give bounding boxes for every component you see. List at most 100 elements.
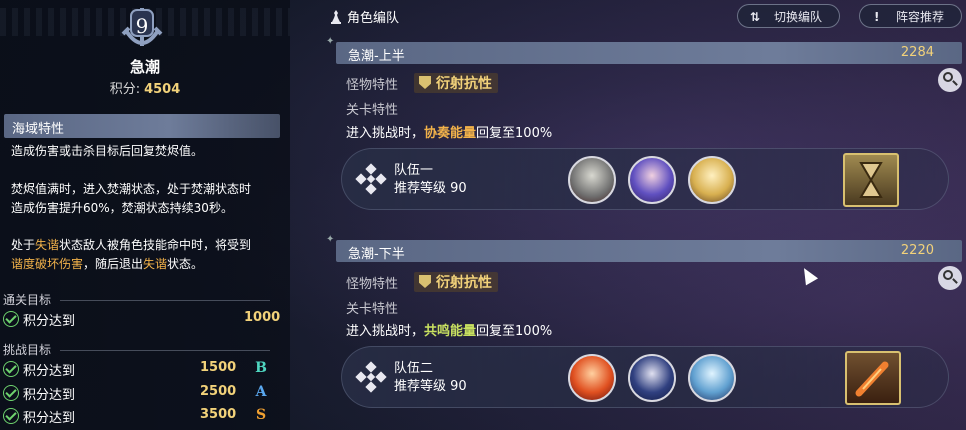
clear-goal-header: 通关目标: [0, 291, 290, 309]
monster-trait-label: 怪物特性: [346, 277, 399, 292]
character-avatar[interactable]: [688, 354, 736, 402]
team-emblem-icon: [353, 359, 389, 395]
goal-label: 积分达到: [23, 364, 76, 379]
sea-trait-p3-line1: 处于失谐状态敌人被角色技能命中时，将受到: [11, 236, 283, 255]
recommend-lineup-label: 阵容推荐: [896, 10, 945, 24]
character-avatar[interactable]: [568, 354, 616, 402]
sea-trait-p3-line2: 谐度破坏伤害，随后退出失谐状态。: [11, 255, 283, 274]
stage-name: 急潮: [129, 58, 160, 76]
stage-trait-label: 关卡特性: [346, 302, 399, 317]
mouse-cursor-icon: [797, 264, 819, 286]
search-handle: [952, 80, 958, 86]
team-formation-label: 角色编队: [347, 11, 400, 26]
echo-item-spyglass-icon[interactable]: [845, 351, 901, 405]
stage-info-panel: 9 急潮 积分: 4504 海域特性 造成伤害或击杀目标后回复焚烬值。 焚烬值满时…: [0, 0, 290, 430]
keyword-resonance-energy: 共鸣能量: [424, 324, 477, 339]
score-value: 4504: [144, 82, 181, 97]
trait-badge: 衍射抗性: [414, 73, 498, 93]
keyword-detuned: 失谐: [35, 238, 60, 252]
search-handle: [952, 278, 958, 284]
search-button[interactable]: [938, 266, 962, 290]
goal-label: 积分达到: [23, 314, 76, 329]
sea-trait-p2-line1: 焚烬值满时，进入焚潮状态，处于焚潮状态时: [11, 182, 252, 196]
check-icon: [3, 311, 19, 327]
sea-trait-header: 海域特性: [4, 114, 280, 138]
text-segment: 回复至100%: [476, 126, 553, 141]
text-segment: ，随后退出: [83, 257, 144, 271]
chess-piece-icon: [330, 10, 342, 24]
shield-icon: [419, 275, 431, 288]
search-button[interactable]: [938, 68, 962, 92]
recommended-level: 推荐等级 90: [394, 181, 467, 196]
divider: [60, 350, 270, 351]
text-segment: 处于: [11, 238, 36, 252]
team-formation-title: 角色编队: [330, 7, 399, 26]
stage-trait-desc: 进入挑战时，协奏能量回复至100%: [346, 122, 552, 141]
character-avatar[interactable]: [628, 354, 676, 402]
sea-trait-p2-line2: 造成伤害提升60%，焚潮状态持续30秒。: [11, 201, 233, 215]
check-icon: [3, 408, 19, 424]
echo-item-hourglass-icon[interactable]: [843, 153, 899, 207]
section-bar-first-half: 急潮-上半 2284: [336, 42, 962, 64]
sea-trait-p3: 处于失谐状态敌人被角色技能命中时，将受到 谐度破坏伤害，随后退出失谐状态。: [11, 236, 283, 274]
section-score: 2220: [900, 243, 934, 258]
sea-trait-title: 海域特性: [12, 122, 65, 137]
grade-s-icon: S: [255, 407, 267, 423]
check-icon: [3, 361, 19, 377]
team-card-1[interactable]: 队伍一 推荐等级 90: [341, 148, 949, 210]
shield-icon: [419, 76, 431, 89]
score-label: 积分:: [109, 82, 141, 97]
section-bar-second-half: 急潮-下半 2220: [336, 240, 962, 262]
anchor-emblem-icon: 9: [117, 2, 167, 54]
recommended-level: 推荐等级 90: [394, 379, 467, 394]
goal-value: 1000: [244, 310, 281, 325]
text-segment: 回复至100%: [476, 324, 553, 339]
grade-b-icon: B: [255, 360, 267, 376]
character-avatar[interactable]: [628, 156, 676, 204]
switch-team-button[interactable]: ⇅ 切换编队: [737, 4, 840, 28]
challenge-goal-row: 积分达到 1500 B: [0, 358, 290, 380]
keyword-harmony-damage: 谐度破坏伤害: [11, 257, 84, 271]
clear-goal-title: 通关目标: [3, 293, 52, 307]
text-segment: 状态。: [167, 257, 204, 271]
team-card-2[interactable]: 队伍二 推荐等级 90: [341, 346, 949, 408]
challenge-goal-row: 积分达到 3500 S: [0, 405, 290, 427]
team-name: 队伍二: [394, 361, 434, 376]
section-score: 2284: [900, 45, 934, 60]
team-name: 队伍一: [394, 163, 434, 178]
swap-icon: ⇅: [750, 10, 761, 24]
text-segment: 进入挑战时，: [346, 126, 425, 141]
grade-a-icon: A: [255, 384, 267, 400]
divider: [60, 300, 270, 301]
recommend-lineup-button[interactable]: ! 阵容推荐: [859, 4, 962, 28]
challenge-goal-header: 挑战目标: [0, 341, 290, 359]
trait-badge: 衍射抗性: [414, 272, 498, 292]
section-title: 急潮-上半: [348, 49, 405, 64]
goal-value: 1500: [200, 360, 237, 375]
check-icon: [3, 385, 19, 401]
stage-trait-desc: 进入挑战时，共鸣能量回复至100%: [346, 320, 552, 339]
character-avatar[interactable]: [568, 156, 616, 204]
text-segment: 状态敌人被角色技能命中时，将受到: [59, 238, 252, 252]
total-score: 积分: 4504: [0, 78, 290, 97]
section-title: 急潮-下半: [348, 247, 405, 262]
goal-label: 积分达到: [23, 388, 76, 403]
corner-ornament: ✦: [326, 36, 335, 47]
clear-goal-row: 积分达到 1000: [0, 308, 290, 330]
goal-label: 积分达到: [23, 411, 76, 426]
challenge-goal-row: 积分达到 2500 A: [0, 382, 290, 404]
sea-trait-p1: 造成伤害或击杀目标后回复焚烬值。: [11, 144, 204, 158]
goal-value: 2500: [200, 384, 237, 399]
challenge-goal-title: 挑战目标: [3, 343, 52, 357]
team-emblem-icon: [353, 161, 389, 197]
keyword-detuned: 失谐: [143, 257, 168, 271]
trait-name: 衍射抗性: [436, 275, 492, 291]
monster-trait-label: 怪物特性: [346, 78, 399, 93]
text-segment: 进入挑战时，: [346, 324, 425, 339]
character-avatar[interactable]: [688, 156, 736, 204]
exclamation-icon: !: [874, 10, 880, 24]
stage-trait-label: 关卡特性: [346, 103, 399, 118]
corner-ornament: ✦: [326, 234, 335, 245]
sea-trait-p2: 焚烬值满时，进入焚潮状态，处于焚潮状态时 造成伤害提升60%，焚潮状态持续30秒…: [11, 180, 283, 218]
keyword-concerto-energy: 协奏能量: [424, 126, 477, 141]
